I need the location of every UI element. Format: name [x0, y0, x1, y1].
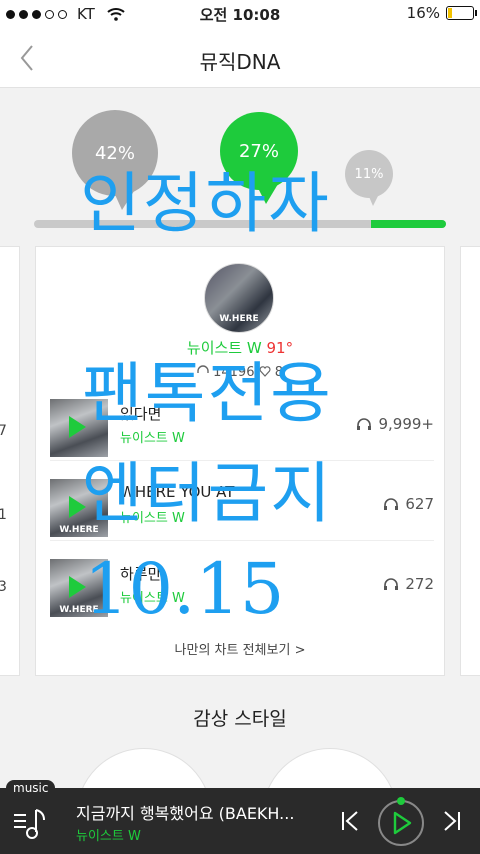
- listening-style-title: 감상 스타일: [193, 708, 287, 730]
- distribution-bar: [34, 220, 446, 228]
- now-playing-title[interactable]: 지금까지 행복했어요 (BAEKH...: [76, 800, 326, 824]
- play-icon: [69, 496, 86, 518]
- music-tag: music: [6, 780, 56, 796]
- heart-icon: [259, 366, 271, 377]
- headphone-icon: [357, 418, 372, 430]
- play-button[interactable]: [376, 792, 426, 850]
- song-title: WHERE YOU AT: [120, 483, 235, 501]
- side-count: 7: [0, 423, 7, 439]
- song-artist: 뉴이스트 W: [120, 511, 185, 526]
- percent-bubble-third: 11%: [345, 150, 393, 206]
- next-icon[interactable]: [442, 810, 462, 832]
- play-icon: [69, 576, 86, 598]
- status-bar: KT 오전 10:08 16%: [0, 0, 480, 28]
- album-logo: W.HERE: [59, 525, 99, 535]
- plays-count: 14196: [213, 365, 255, 380]
- see-all-chart-link[interactable]: 나만의 차트 전체보기 >: [36, 639, 444, 658]
- artist-card: W.HERE 뉴이스트 W 91° 14196 8 있다면 뉴이스트 W 9,9…: [35, 246, 445, 676]
- next-card-peek[interactable]: [460, 246, 480, 676]
- album-thumb[interactable]: W.HERE: [50, 559, 108, 617]
- battery-percent: 16%: [406, 4, 440, 22]
- artist-avatar[interactable]: W.HERE: [204, 263, 274, 333]
- side-count: 3: [0, 579, 7, 595]
- artist-name[interactable]: 뉴이스트 W: [187, 339, 262, 357]
- album-logo: W.HERE: [59, 605, 99, 615]
- album-thumb[interactable]: W.HERE: [50, 479, 108, 537]
- song-row[interactable]: W.HERE 하루만 뉴이스트 W 272: [50, 553, 434, 621]
- headphone-icon: [384, 578, 399, 590]
- headphone-icon: [197, 365, 209, 373]
- count-value: 272: [405, 575, 434, 593]
- count-value: 627: [405, 495, 434, 513]
- headphone-icon: [384, 498, 399, 510]
- percent-label: 42%: [94, 142, 135, 164]
- song-play-count: 272: [383, 575, 434, 593]
- percent-label: 27%: [238, 140, 279, 162]
- percent-bubble-second: 27%: [220, 112, 298, 204]
- avatar-logo: W.HERE: [219, 314, 259, 324]
- artist-stats: 14196 8: [36, 365, 444, 380]
- song-play-count: 627: [383, 495, 434, 513]
- count-value: 9,999+: [378, 415, 434, 433]
- distribution-segment: [371, 220, 446, 228]
- likes-count: 8: [274, 365, 284, 380]
- mini-player: 지금까지 행복했어요 (BAEKH... 뉴이스트 W: [0, 788, 480, 854]
- page-title: 뮤직DNA: [199, 50, 281, 74]
- artist-degree: 91°: [266, 339, 294, 357]
- percent-bubble-first: 42%: [72, 110, 158, 210]
- song-title: 하루만: [120, 565, 162, 583]
- song-artist: 뉴이스트 W: [120, 591, 185, 606]
- song-play-count: 9,999+: [356, 415, 434, 433]
- previous-icon[interactable]: [340, 810, 360, 832]
- battery-area: 16%: [406, 4, 477, 22]
- nav-bar: 뮤직DNA: [0, 28, 480, 88]
- artist-line: 뉴이스트 W 91°: [36, 337, 444, 358]
- song-title: 있다면: [120, 405, 162, 423]
- album-thumb[interactable]: [50, 399, 108, 457]
- song-row[interactable]: W.HERE WHERE YOU AT 뉴이스트 W 627: [50, 473, 434, 541]
- now-playing-artist: 뉴이스트 W: [76, 829, 141, 844]
- song-artist: 뉴이스트 W: [120, 431, 185, 446]
- prev-card-peek[interactable]: 7 1 3: [0, 246, 20, 676]
- percent-label: 11%: [354, 166, 384, 182]
- side-count: 1: [0, 507, 7, 523]
- battery-icon: [446, 6, 477, 20]
- distribution-segment: [198, 220, 371, 228]
- playlist-icon[interactable]: [14, 806, 50, 842]
- song-row[interactable]: 있다면 뉴이스트 W 9,999+: [50, 393, 434, 461]
- play-icon: [69, 416, 86, 438]
